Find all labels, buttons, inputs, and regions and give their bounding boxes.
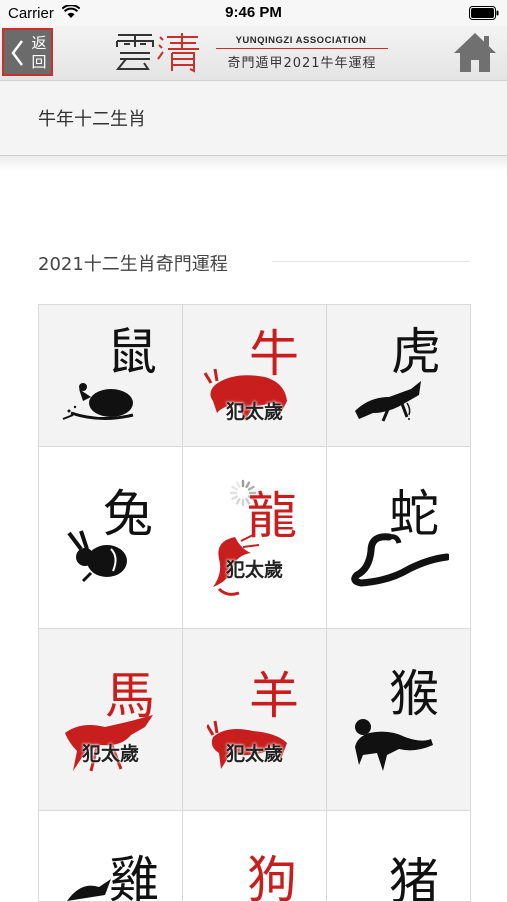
- home-icon[interactable]: [452, 30, 498, 74]
- chevron-left-icon: [11, 40, 23, 66]
- zodiac-cell-snake[interactable]: 蛇: [327, 447, 471, 629]
- header-shadow: [0, 155, 507, 171]
- back-label: 返 回: [31, 34, 47, 71]
- zodiac-cell-pig[interactable]: 猪: [327, 811, 471, 902]
- tai-sui-label: 犯太歲: [225, 559, 283, 581]
- zodiac-name: 馬: [105, 667, 155, 725]
- zodiac-cell-horse[interactable]: 馬 犯太歲: [39, 629, 183, 811]
- clock: 9:46 PM: [225, 4, 282, 21]
- page-title: 牛年十二生肖: [38, 109, 146, 130]
- zodiac-cell-goat[interactable]: 羊 犯太歲: [183, 629, 327, 811]
- zodiac-name: 牛: [249, 325, 299, 383]
- rooster-icon: [67, 879, 111, 901]
- zodiac-cell-rooster[interactable]: 雞: [39, 811, 183, 902]
- zodiac-name: 虎: [391, 323, 441, 381]
- zodiac-cell-tiger[interactable]: 虎: [327, 305, 471, 447]
- tai-sui-label: 犯太歲: [225, 401, 283, 423]
- zodiac-name: 雞: [109, 851, 159, 902]
- tai-sui-label: 犯太歲: [81, 743, 139, 765]
- battery-icon: [469, 6, 499, 20]
- header-divider: [216, 48, 388, 49]
- zodiac-cell-rat[interactable]: 鼠: [39, 305, 183, 447]
- zodiac-name: 兔: [103, 485, 153, 543]
- association-name: YUNQINGZI ASSOCIATION: [235, 35, 367, 46]
- app-subtitle: 奇門遁甲2021牛年運程: [227, 56, 377, 71]
- zodiac-cell-rabbit[interactable]: 兔: [39, 447, 183, 629]
- zodiac-cell-dragon[interactable]: 龍 犯太歲: [183, 447, 327, 629]
- heading-rule: [272, 261, 470, 262]
- zodiac-cell-ox[interactable]: 牛 犯太歲: [183, 305, 327, 447]
- zodiac-name: 狗: [247, 851, 297, 902]
- zodiac-cell-dog[interactable]: 狗: [183, 811, 327, 902]
- zodiac-name: 蛇: [389, 485, 439, 543]
- yunqing-logo: [115, 33, 199, 73]
- back-button[interactable]: 返 回: [2, 28, 53, 76]
- zodiac-grid: 鼠 牛 犯太歲 虎 兔 龍 犯太歲 蛇 馬 犯太歲 羊 犯太歲 猴 雞 狗 猪: [38, 304, 471, 902]
- zodiac-cell-monkey[interactable]: 猴: [327, 629, 471, 811]
- section-header: 牛年十二生肖: [0, 81, 507, 156]
- zodiac-name: 猪: [389, 853, 439, 902]
- zodiac-name: 鼠: [107, 323, 157, 381]
- zodiac-name: 猴: [389, 665, 439, 723]
- zodiac-name: 羊: [249, 667, 299, 725]
- zodiac-heading: 2021十二生肖奇門運程: [38, 254, 228, 275]
- nav-bar: 返 回 YUNQINGZI ASSOCIATION 奇門遁甲2021牛年運程: [0, 26, 507, 81]
- status-bar: Carrier 9:46 PM: [0, 0, 507, 26]
- zodiac-name: 龍: [247, 487, 297, 545]
- tai-sui-label: 犯太歲: [225, 743, 283, 765]
